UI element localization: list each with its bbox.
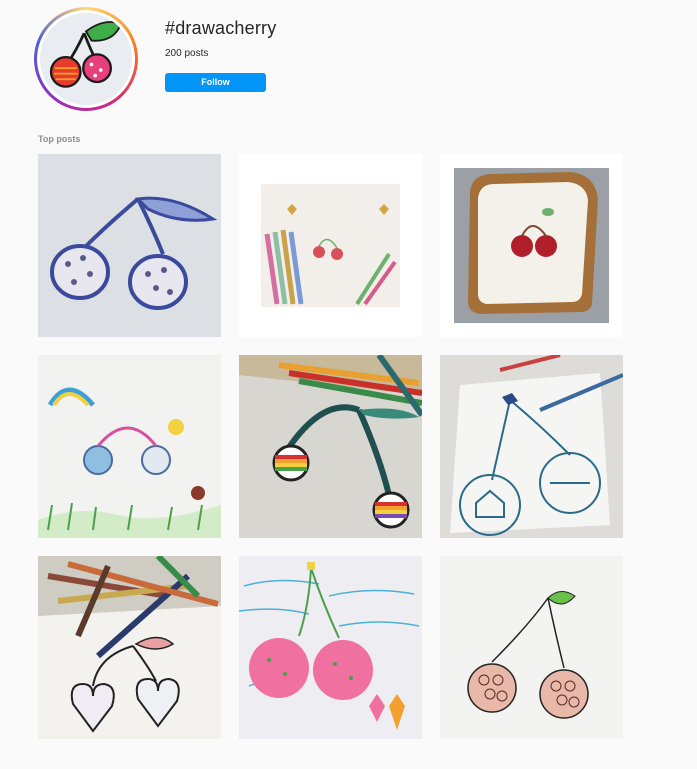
post-image-blue-cherry	[38, 154, 221, 337]
post-image-kids-drawing	[38, 355, 221, 538]
post-image-blossom-cherry	[440, 556, 623, 739]
post-image-heart-cherries	[38, 556, 221, 739]
post-tile-7[interactable]	[38, 556, 221, 739]
post-tile-8[interactable]	[239, 556, 422, 739]
hashtag-header: #drawacherry 200 posts Follow	[165, 18, 276, 92]
post-image-stayathome-cherry	[440, 355, 623, 538]
post-image-rainbow-cherry	[239, 355, 422, 538]
post-tile-9[interactable]	[440, 556, 623, 739]
post-tile-5[interactable]	[239, 355, 422, 538]
post-count: 200 posts	[165, 48, 209, 59]
post-image-toast-cherry	[440, 154, 623, 337]
post-tile-3[interactable]	[440, 154, 623, 337]
hashtag-page: #drawacherry 200 posts Follow Top posts	[0, 0, 697, 769]
post-image-pink-cherries	[239, 556, 422, 739]
post-tile-2[interactable]	[239, 154, 422, 337]
cherry-avatar-image	[40, 13, 132, 105]
top-posts-label: Top posts	[38, 134, 81, 144]
post-tile-6[interactable]	[440, 355, 623, 538]
follow-button[interactable]: Follow	[165, 73, 266, 92]
post-image-pencils-cherry	[239, 154, 422, 337]
hashtag-avatar	[34, 7, 138, 111]
post-tile-1[interactable]	[38, 154, 221, 337]
hashtag-title: #drawacherry	[165, 18, 277, 38]
post-tile-4[interactable]	[38, 355, 221, 538]
